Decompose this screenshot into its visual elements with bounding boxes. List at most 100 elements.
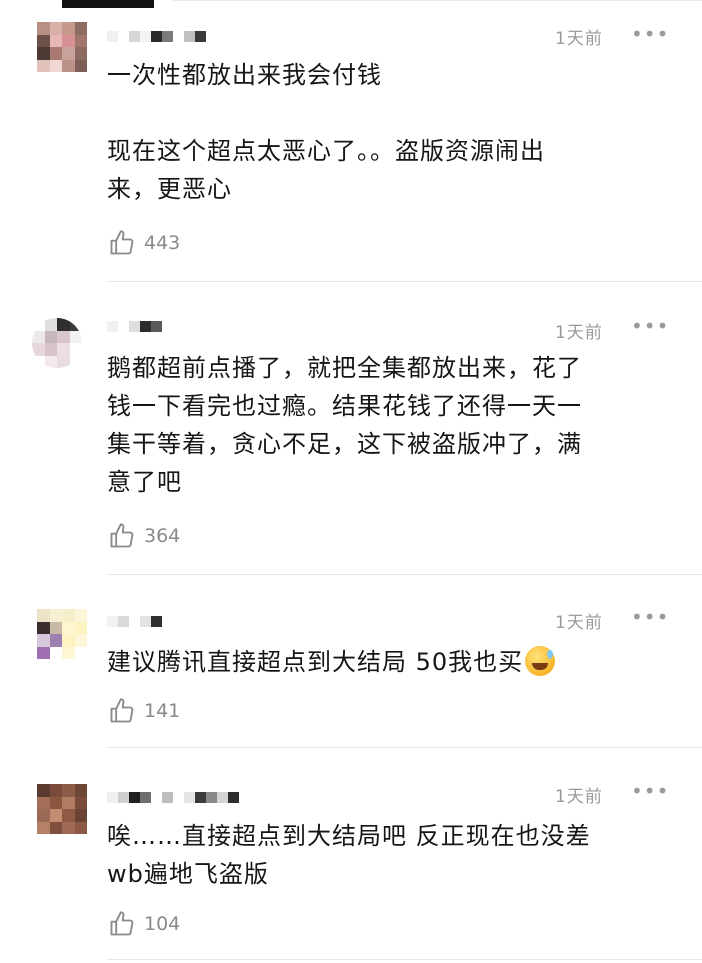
more-options-icon[interactable]: ••• bbox=[631, 24, 669, 44]
avatar-pixel bbox=[37, 22, 50, 35]
sweat-smile-emoji-icon bbox=[525, 646, 556, 676]
avatar-pixel bbox=[49, 22, 62, 35]
avatar-pixel bbox=[37, 621, 50, 634]
avatar-pixel bbox=[49, 621, 62, 634]
like-count: 104 bbox=[144, 913, 181, 935]
comment-paragraph: 唉……直接超点到大结局吧 反正现在也没差 wb遍地飞盗版 bbox=[107, 822, 591, 888]
avatar-pixel bbox=[37, 646, 50, 659]
avatar-pixel bbox=[74, 609, 87, 622]
avatar-pixel bbox=[62, 809, 75, 822]
avatar-pixel bbox=[74, 821, 87, 834]
avatar-pixel bbox=[49, 809, 62, 822]
avatar-pixel bbox=[62, 634, 75, 647]
avatar-pixel bbox=[69, 343, 82, 356]
avatar-pixel bbox=[69, 330, 82, 343]
avatar-pixel bbox=[62, 34, 75, 47]
thumbs-up-icon bbox=[110, 911, 134, 936]
comment-time: 1天前 bbox=[555, 29, 603, 49]
avatar-pixel bbox=[62, 609, 75, 622]
comment-paragraph: 现在这个超点太恶心了。。盗版资源闹出 来，更恶心 bbox=[107, 137, 545, 203]
avatar-pixel bbox=[74, 22, 87, 35]
avatar-pixel bbox=[74, 47, 87, 60]
avatar-pixel bbox=[74, 796, 87, 809]
avatar-pixel bbox=[37, 59, 50, 72]
avatar-pixel bbox=[62, 22, 75, 35]
avatar-pixel bbox=[62, 784, 75, 797]
avatar-pixel bbox=[37, 34, 50, 47]
avatar-pixel bbox=[49, 634, 62, 647]
previous-item-edge bbox=[62, 0, 154, 8]
avatar-pixel bbox=[37, 47, 50, 60]
comment-time: 1天前 bbox=[555, 787, 603, 807]
more-options-icon[interactable]: ••• bbox=[631, 607, 669, 627]
avatar-pixel bbox=[44, 343, 57, 356]
comment-text: 建议腾讯直接超点到大结局 50我也买 bbox=[107, 643, 667, 681]
avatar-pixel bbox=[62, 821, 75, 834]
like-button[interactable]: 443 bbox=[108, 229, 180, 257]
avatar-pixel bbox=[49, 609, 62, 622]
avatar-pixel bbox=[69, 318, 82, 331]
avatar-pixel bbox=[49, 796, 62, 809]
avatar-pixel bbox=[44, 330, 57, 343]
avatar-pixel bbox=[32, 330, 45, 343]
comment-divider bbox=[107, 747, 702, 748]
comment-divider bbox=[107, 281, 702, 282]
comment-text: 一次性都放出来我会付钱 现在这个超点太恶心了。。盗版资源闹出 来，更恶心 bbox=[107, 56, 667, 208]
avatar-pixel bbox=[62, 646, 75, 659]
like-count: 364 bbox=[144, 525, 181, 547]
avatar-pixel bbox=[57, 355, 70, 368]
comment-paragraph: 一次性都放出来我会付钱 bbox=[107, 61, 382, 89]
like-button[interactable]: 104 bbox=[108, 910, 180, 938]
avatar-pixel bbox=[32, 318, 45, 331]
avatar-pixel bbox=[74, 59, 87, 72]
username-redacted[interactable] bbox=[107, 611, 162, 631]
avatar-pixel bbox=[44, 355, 57, 368]
username-redacted[interactable] bbox=[107, 316, 162, 336]
avatar[interactable] bbox=[37, 609, 87, 659]
more-options-icon[interactable]: ••• bbox=[631, 316, 669, 336]
comment-text: 唉……直接超点到大结局吧 反正现在也没差 wb遍地飞盗版 bbox=[107, 817, 667, 893]
comment-divider bbox=[107, 959, 702, 960]
avatar-pixel bbox=[49, 821, 62, 834]
comment-time: 1天前 bbox=[555, 613, 603, 633]
avatar-pixel bbox=[37, 796, 50, 809]
thumbs-up-icon bbox=[110, 523, 134, 548]
avatar-pixel bbox=[49, 784, 62, 797]
avatar-pixel bbox=[37, 821, 50, 834]
avatar-pixel bbox=[74, 646, 87, 659]
avatar-pixel bbox=[62, 796, 75, 809]
top-divider bbox=[172, 0, 702, 1]
avatar-pixel bbox=[37, 784, 50, 797]
like-button[interactable]: 141 bbox=[108, 697, 180, 725]
avatar-pixel bbox=[62, 59, 75, 72]
avatar-pixel bbox=[57, 343, 70, 356]
comment-time: 1天前 bbox=[555, 323, 603, 343]
avatar-pixel bbox=[62, 621, 75, 634]
avatar[interactable] bbox=[32, 318, 82, 368]
username-redacted[interactable] bbox=[107, 787, 239, 807]
avatar-pixel bbox=[74, 621, 87, 634]
avatar-pixel bbox=[37, 609, 50, 622]
more-options-icon[interactable]: ••• bbox=[631, 781, 669, 801]
avatar-pixel bbox=[37, 809, 50, 822]
like-count: 443 bbox=[144, 232, 181, 254]
like-button[interactable]: 364 bbox=[108, 522, 180, 550]
comment-paragraph: 建议腾讯直接超点到大结局 50我也买 bbox=[107, 643, 667, 681]
avatar-pixel bbox=[74, 34, 87, 47]
avatar-pixel bbox=[32, 355, 45, 368]
avatar[interactable] bbox=[37, 22, 87, 72]
avatar-pixel bbox=[57, 330, 70, 343]
like-count: 141 bbox=[144, 700, 181, 722]
avatar-pixel bbox=[49, 646, 62, 659]
comment-text: 鹅都超前点播了，就把全集都放出来，花了 钱一下看完也过瘾。结果花钱了还得一天一 … bbox=[107, 349, 667, 501]
avatar-pixel bbox=[49, 34, 62, 47]
comment-feed: 1天前 ••• 一次性都放出来我会付钱 现在这个超点太恶心了。。盗版资源闹出 来… bbox=[0, 0, 702, 963]
thumbs-up-icon bbox=[110, 698, 134, 723]
username-redacted[interactable] bbox=[107, 26, 217, 46]
avatar-pixel bbox=[69, 355, 82, 368]
comment-paragraph-text: 建议腾讯直接超点到大结局 50我也买 bbox=[107, 648, 524, 676]
avatar[interactable] bbox=[37, 784, 87, 834]
comment-paragraph: 鹅都超前点播了，就把全集都放出来，花了 钱一下看完也过瘾。结果花钱了还得一天一 … bbox=[107, 354, 582, 496]
thumbs-up-icon bbox=[110, 230, 134, 255]
